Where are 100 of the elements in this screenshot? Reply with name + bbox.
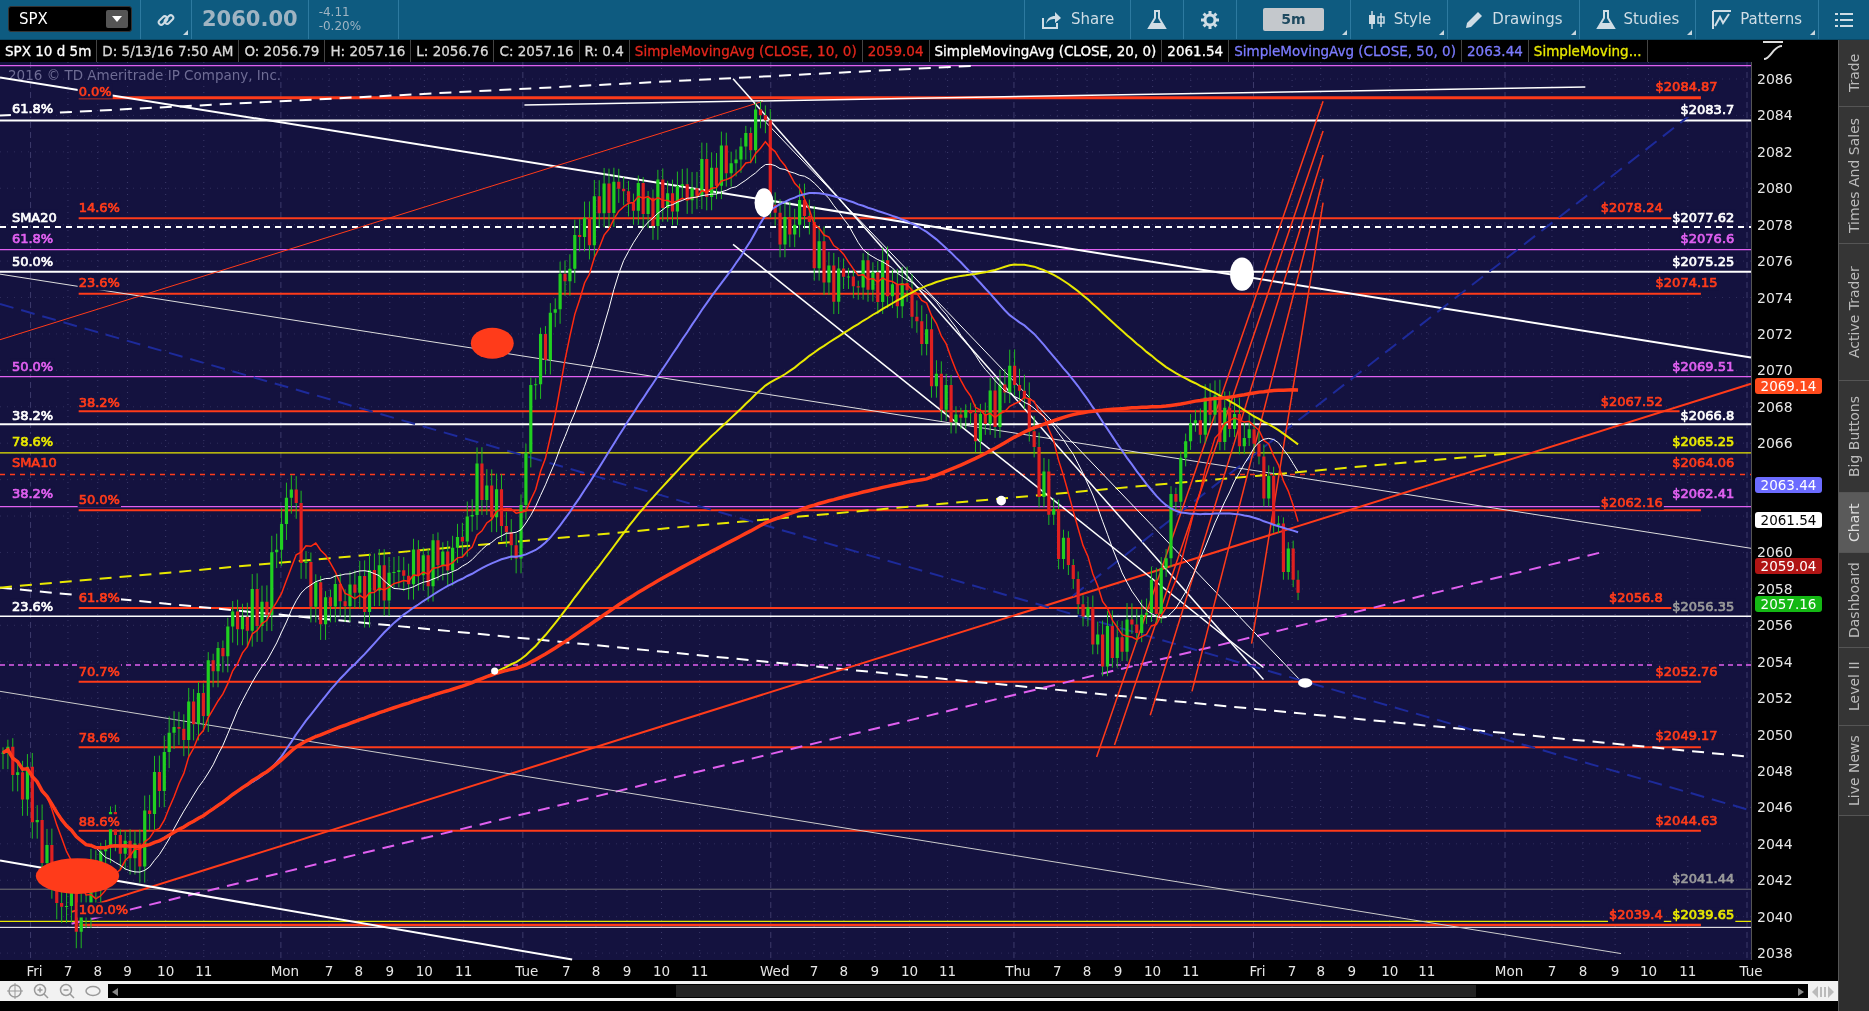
price-label: $2074.15 [1655,275,1718,290]
time-tick: 8 [1082,963,1092,979]
fib-label: SMA10 [11,455,57,471]
price-label: $2056.35 [1672,598,1735,614]
price-label: $2039.65 [1672,907,1735,923]
time-tick: 9 [622,963,632,979]
pencil-icon [1464,9,1485,30]
time-tick: 7 [561,963,571,979]
fib-label: 14.6% [78,200,120,216]
price-label: $2044.63 [1655,813,1718,829]
price-badge: 2061.54 [1755,512,1822,528]
fib-label: 50.0% [11,254,54,270]
time-tick: Tue [515,963,539,979]
timeframe-button[interactable]: 5m [1263,8,1324,31]
share-button[interactable]: Share [1024,0,1131,39]
fib-label: 50.0% [11,358,54,374]
time-tick: 8 [591,963,601,979]
side-tab[interactable]: Dashboard [1839,553,1869,648]
time-tick: Thu [1005,963,1031,979]
gear-icon [1200,9,1221,30]
price-tick: 2054 [1757,653,1793,670]
price-label: $2084.87 [1655,78,1718,94]
time-tick: 10 [900,963,919,979]
symbol-field[interactable]: SPX [8,6,132,32]
dropdown-button[interactable] [106,10,128,28]
crosshair-button[interactable] [4,983,26,999]
price-tick: 2040 [1757,908,1793,925]
patterns-button[interactable]: Patterns [1695,0,1818,39]
price-tick: 2084 [1757,107,1793,124]
fib-label: 23.6% [78,275,120,291]
price-label: $2078.24 [1600,200,1663,216]
link-button[interactable] [140,0,191,39]
candle-icon [1366,9,1386,30]
studies-button[interactable]: Studies [1578,0,1696,39]
price-label: $2065.25 [1672,434,1735,450]
price-label: $2077.62 [1672,209,1735,225]
price-tick: 2050 [1757,726,1793,743]
side-tab[interactable]: Chart [1839,493,1869,553]
drawings-button[interactable]: Drawings [1447,0,1579,39]
menu-icon [1835,10,1853,29]
legend-text: C: 2057.16 [499,43,574,59]
time-tick: 8 [354,963,364,979]
time-tick: 9 [123,963,132,979]
price-tick: 2080 [1757,180,1793,197]
style-button[interactable]: Style [1349,0,1448,39]
time-tick: 10 [1381,963,1399,979]
time-tick: 8 [839,963,849,979]
legend-text: H: 2057.16 [330,43,406,59]
price-label: $2066.8 [1680,407,1735,423]
side-tab[interactable]: Trade [1839,40,1869,107]
legend-text: SimpleMovingAvg (CLOSE, 50, 0) [1234,43,1456,59]
price-tick: 2056 [1757,617,1793,634]
time-tick: Fri [1249,963,1266,979]
price-badge: 2063.44 [1755,477,1822,493]
time-tick: Wed [760,963,790,979]
price-badge: 2069.14 [1755,378,1822,394]
crosshair-icon [7,983,23,999]
ellipse-button[interactable] [82,983,104,999]
price-label: $2083.7 [1680,102,1735,118]
last-price: 2060.00 [191,0,308,39]
flask-icon [1147,9,1168,30]
side-tab[interactable]: Big Buttons [1839,381,1869,493]
time-tick: Fri [26,963,43,979]
time-tick: 11 [691,963,709,979]
price-label: $2049.17 [1655,728,1718,744]
price-tick: 2072 [1757,325,1793,342]
legend-text: O: 2056.79 [244,43,320,59]
fib-label: 50.0% [78,492,120,508]
price-label: $2064.06 [1672,455,1735,471]
side-tab[interactable]: Active Trader [1839,244,1869,381]
legend-text: SPX 10 d 5m [5,43,92,59]
time-tick: 7 [1547,963,1557,979]
legend-text: 2061.54 [1167,43,1224,59]
price-label: $2062.41 [1672,486,1735,502]
fib-label: 38.2% [78,394,120,410]
side-tab[interactable]: Level II [1839,648,1869,726]
ellipse-marker [996,495,1006,506]
time-tick: 9 [1610,963,1620,979]
ellipse-marker [491,667,499,675]
time-tick: Mon [270,963,300,979]
price-tick: 2076 [1757,253,1793,270]
price-label: $2052.76 [1655,664,1718,680]
share-icon [1041,9,1064,30]
time-tick: 11 [939,963,957,979]
time-tick: 10 [415,963,433,979]
pattern-icon [1712,9,1733,30]
fib-label: 38.2% [11,407,54,423]
price-tick: 2068 [1757,398,1793,415]
price-tick: 2046 [1757,799,1793,816]
price-tick: 2038 [1757,945,1793,962]
time-tick: Mon [1494,963,1524,979]
price-label: $2062.16 [1600,494,1663,510]
side-tab[interactable]: Times And Sales [1839,107,1869,244]
side-tab[interactable]: Live News [1839,726,1869,816]
resize-handle-icon [1812,985,1834,998]
ellipse-icon [85,983,101,999]
zoom-in-icon [33,983,49,999]
time-tick: 11 [195,963,213,979]
ellipse-marker [1230,257,1254,291]
price-tick: 2066 [1757,435,1793,452]
